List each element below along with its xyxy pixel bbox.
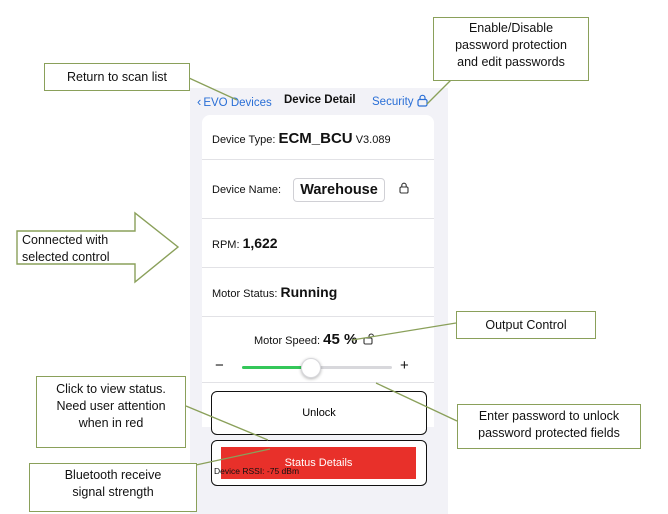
callout-unlock: Enter password to unlock password protec… (457, 404, 641, 449)
callout-rssi-line1: Bluetooth receive (64, 468, 162, 482)
callout-status-line2: Need user attention (56, 399, 166, 413)
callout-security-line2: password protection (455, 38, 567, 52)
callout-connected-line1: Connected with (22, 233, 109, 247)
callout-output: Output Control (456, 311, 596, 339)
callout-connected-line2: selected control (22, 250, 110, 264)
callout-status-line3: when in red (78, 416, 144, 430)
callout-status: Click to view status. Need user attentio… (36, 376, 186, 448)
callout-rssi: Bluetooth receive signal strength (29, 463, 197, 512)
callout-status-line1: Click to view status. (56, 382, 166, 396)
callout-unlock-line1: Enter password to unlock (478, 409, 620, 423)
callout-rssi-line2: signal strength (72, 485, 154, 499)
callout-unlock-line2: password protected fields (478, 426, 620, 440)
callout-connected: Connected with selected control (22, 232, 110, 266)
callout-security-line1: Enable/Disable (468, 21, 554, 35)
callout-security: Enable/Disable password protection and e… (433, 17, 589, 81)
callout-security-line3: and edit passwords (457, 55, 565, 69)
callout-return: Return to scan list (44, 63, 190, 91)
